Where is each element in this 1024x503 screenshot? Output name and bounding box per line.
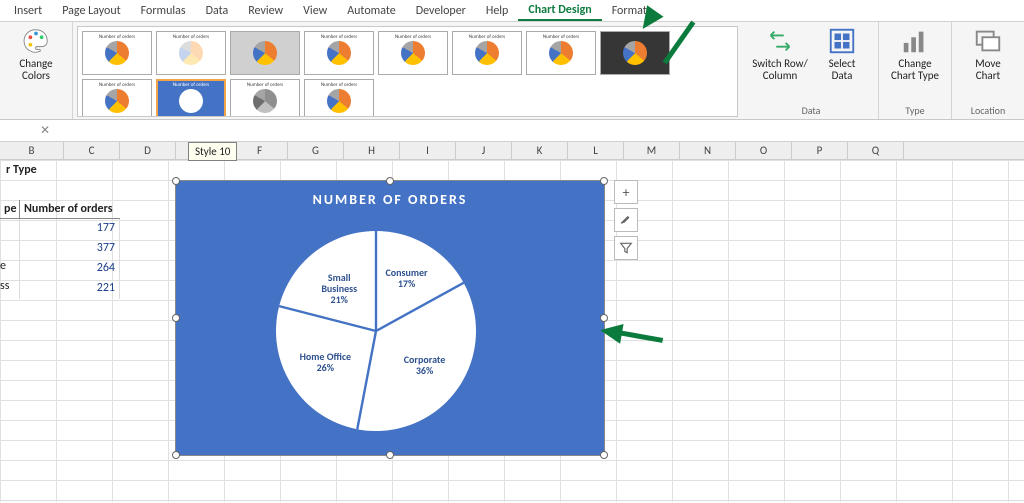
colhdr-I[interactable]: I xyxy=(400,142,456,159)
tab-insert[interactable]: Insert xyxy=(4,2,52,20)
group-data-label: Data xyxy=(802,104,821,117)
tab-automate[interactable]: Automate xyxy=(337,2,406,20)
style-thumb-12[interactable]: Number of orders xyxy=(304,79,374,117)
tab-chart-design[interactable]: Chart Design xyxy=(518,1,601,21)
chart-styles-button[interactable] xyxy=(614,208,638,232)
tab-data[interactable]: Data xyxy=(196,2,239,20)
style-tooltip: Style 10 xyxy=(188,142,237,161)
colhdr-G[interactable]: G xyxy=(288,142,344,159)
colhdr-F[interactable]: F xyxy=(232,142,288,159)
change-chart-type-button[interactable]: Change Chart Type xyxy=(887,26,943,82)
chart-styles-gallery[interactable]: Number of orders Number of orders Number… xyxy=(77,26,738,117)
tab-formulas[interactable]: Formulas xyxy=(131,2,196,20)
group-data: Switch Row/ Column Select Data Data xyxy=(744,22,879,119)
palette-icon xyxy=(21,26,51,56)
plus-icon: + xyxy=(623,184,630,201)
colhdr-K[interactable]: K xyxy=(512,142,568,159)
switch-row-col-label: Switch Row/ Column xyxy=(752,58,807,82)
table-col1-hdr: pe xyxy=(0,200,20,218)
change-chart-type-label: Change Chart Type xyxy=(891,58,939,82)
chart-title: NUMBER OF ORDERS xyxy=(176,191,604,208)
table-row: 177 xyxy=(0,219,120,239)
style-thumb-9[interactable]: Number of orders xyxy=(82,79,152,117)
colhdr-Q[interactable]: Q xyxy=(848,142,904,159)
style-thumb-6[interactable]: Number of orders xyxy=(452,31,522,75)
group-location-label: Location xyxy=(971,104,1005,117)
change-colors-button[interactable]: Change Colors xyxy=(8,26,64,82)
worksheet[interactable]: r Type pe Number of orders 177 377 e264 … xyxy=(0,160,1024,502)
colhdr-P[interactable]: P xyxy=(792,142,848,159)
tab-developer[interactable]: Developer xyxy=(406,2,476,20)
table-col2-hdr: Number of orders xyxy=(20,200,120,218)
group-location: Move Chart Location xyxy=(952,22,1024,119)
tab-review[interactable]: Review xyxy=(238,2,293,20)
style-thumb-3[interactable] xyxy=(230,31,300,75)
move-chart-icon xyxy=(973,26,1003,56)
style-thumb-11[interactable]: Number of orders xyxy=(230,79,300,117)
move-chart-button[interactable]: Move Chart xyxy=(960,26,1016,82)
colhdr-L[interactable]: L xyxy=(568,142,624,159)
ribbon-body: Change Colors Number of orders Number of… xyxy=(0,22,1024,120)
column-headers: B C D E F G H I J K L M N O P Q xyxy=(0,142,1024,160)
resize-handle[interactable] xyxy=(386,177,394,185)
select-data-label: Select Data xyxy=(829,58,856,82)
select-data-icon xyxy=(827,26,857,56)
chart-object[interactable]: NUMBER OF ORDERS Consumer17%Corporate36%… xyxy=(175,180,605,456)
change-colors-label: Change Colors xyxy=(19,58,52,82)
ribbon-tabs: Insert Page Layout Formulas Data Review … xyxy=(0,0,1024,22)
cancel-icon[interactable]: ✕ xyxy=(40,123,50,138)
colhdr-C[interactable]: C xyxy=(64,142,120,159)
resize-handle[interactable] xyxy=(172,314,180,322)
table-row: e264 xyxy=(0,259,120,279)
annotation-arrow-head xyxy=(598,320,623,344)
resize-handle[interactable] xyxy=(172,177,180,185)
data-table: r Type pe Number of orders 177 377 e264 … xyxy=(0,160,120,299)
style-thumb-8[interactable] xyxy=(600,31,670,75)
move-chart-label: Move Chart xyxy=(975,58,1001,82)
formula-bar[interactable]: ✕ xyxy=(0,120,1024,142)
resize-handle[interactable] xyxy=(600,177,608,185)
colhdr-O[interactable]: O xyxy=(736,142,792,159)
colhdr-J[interactable]: J xyxy=(456,142,512,159)
colhdr-B[interactable]: B xyxy=(0,142,64,159)
table-row: ss221 xyxy=(0,279,120,299)
switch-row-column-button[interactable]: Switch Row/ Column xyxy=(752,26,808,82)
style-thumb-5[interactable]: Number of orders xyxy=(378,31,448,75)
style-thumb-10[interactable]: Number of orders xyxy=(156,79,226,117)
style-thumb-1[interactable]: Number of orders xyxy=(82,31,152,75)
style-thumb-2[interactable]: Number of orders xyxy=(156,31,226,75)
table-row: 377 xyxy=(0,239,120,259)
group-type: Change Chart Type Type xyxy=(879,22,952,119)
style-thumb-4[interactable]: Number of orders xyxy=(304,31,374,75)
tab-page-layout[interactable]: Page Layout xyxy=(52,2,130,20)
select-data-button[interactable]: Select Data xyxy=(814,26,870,82)
group-chart-styles-left: Change Colors xyxy=(0,22,73,119)
pie-chart: Consumer17%Corporate36%Home Office26%Sma… xyxy=(276,231,476,431)
brush-icon xyxy=(619,213,633,227)
resize-handle[interactable] xyxy=(172,451,180,459)
chart-styles-gallery-wrap: Number of orders Number of orders Number… xyxy=(73,22,744,119)
table-title: r Type xyxy=(0,160,120,180)
resize-handle[interactable] xyxy=(600,451,608,459)
style-thumb-7[interactable]: Number of orders xyxy=(526,31,596,75)
chart-filter-button[interactable] xyxy=(614,236,638,260)
tab-view[interactable]: View xyxy=(293,2,337,20)
chart-elements-button[interactable]: + xyxy=(614,180,638,204)
switch-row-col-icon xyxy=(765,26,795,56)
colhdr-M[interactable]: M xyxy=(624,142,680,159)
change-chart-type-icon xyxy=(900,26,930,56)
filter-icon xyxy=(619,241,633,255)
group-type-label: Type xyxy=(905,104,924,117)
tab-help[interactable]: Help xyxy=(476,2,519,20)
colhdr-H[interactable]: H xyxy=(344,142,400,159)
resize-handle[interactable] xyxy=(386,451,394,459)
colhdr-N[interactable]: N xyxy=(680,142,736,159)
colhdr-D[interactable]: D xyxy=(120,142,176,159)
